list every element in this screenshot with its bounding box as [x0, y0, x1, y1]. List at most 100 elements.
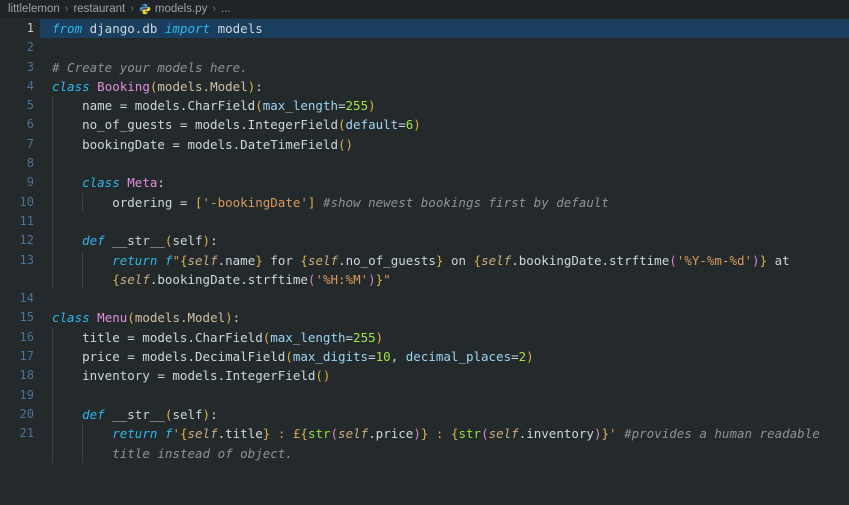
breadcrumb-symbol-ellipsis[interactable]: ... [221, 3, 231, 15]
code-line[interactable]: 7 bookingDate = models.DateTimeField() [0, 134, 849, 155]
line-number[interactable]: 12 [0, 231, 34, 250]
code-line[interactable]: 3 # Create your models here. [0, 58, 849, 77]
code-token: ordering = [52, 194, 195, 210]
code-line[interactable]: 8 [0, 154, 849, 174]
code-line[interactable]: 14 [0, 289, 849, 308]
code-token: def [82, 233, 105, 249]
code-line[interactable]: 10 ordering = ['-bookingDate'] #show new… [0, 192, 849, 212]
code-line-content: bookingDate = models.DateTimeField() [34, 134, 849, 155]
code-token: import [164, 21, 211, 36]
code-token: () [315, 368, 331, 384]
code-token: : [210, 406, 218, 422]
indent-guide [52, 154, 53, 174]
code-token: .inventory [518, 426, 594, 442]
code-editor[interactable]: 1 from django.db import models 2 3 # Create … [0, 18, 849, 505]
breadcrumb-item-littlelemon[interactable]: littlelemon [8, 3, 60, 15]
indent-guide [52, 115, 53, 135]
code-line[interactable]: 1 from django.db import models [0, 19, 849, 39]
line-number[interactable]: 13 [0, 251, 34, 270]
code-line[interactable]: 2 [0, 38, 849, 57]
code-token: str [307, 426, 331, 442]
line-number[interactable] [0, 270, 34, 289]
line-number[interactable]: 15 [0, 308, 34, 327]
code-token: ) [202, 233, 211, 249]
code-line[interactable]: 15 class Menu(models.Model): [0, 308, 849, 327]
line-number[interactable]: 4 [0, 77, 34, 96]
line-number[interactable]: 9 [0, 173, 34, 192]
code-line-wrapped[interactable]: title instead of object. [0, 443, 849, 463]
code-token: , [390, 349, 406, 365]
code-token: ) [368, 98, 376, 114]
code-token: { [473, 252, 482, 268]
line-number[interactable]: 20 [0, 405, 34, 424]
code-line[interactable]: 18 inventory = models.IntegerField() [0, 366, 849, 386]
code-line[interactable]: 12 def __str__(self): [0, 231, 849, 251]
code-line[interactable]: 19 [0, 385, 849, 405]
line-number[interactable]: 16 [0, 328, 34, 347]
indent-guide [82, 269, 84, 290]
code-token: name = models.CharField [52, 98, 256, 114]
code-line[interactable]: 13 return f"{self.name} for {self.no_of_… [0, 250, 849, 270]
code-token: ) [202, 406, 211, 422]
breadcrumb-item-restaurant[interactable]: restaurant [73, 3, 125, 15]
code-token: '-bookingDate' [202, 194, 308, 210]
code-token: () [337, 136, 354, 152]
indent-guide [82, 443, 84, 463]
line-number[interactable]: 10 [0, 193, 34, 212]
code-line[interactable]: 4 class Booking(models.Model): [0, 77, 849, 96]
code-token: ( [255, 98, 263, 114]
line-number[interactable]: 7 [0, 135, 34, 154]
code-line-content [34, 154, 849, 174]
code-token: class [52, 310, 90, 326]
line-number[interactable]: 18 [0, 366, 34, 385]
code-line[interactable]: 17 price = models.DecimalField(max_digit… [0, 347, 849, 367]
code-line-content: class Menu(models.Model): [34, 308, 849, 327]
code-token: = [338, 98, 346, 114]
breadcrumb-item-models-py[interactable]: models.py [139, 3, 207, 15]
line-number[interactable]: 8 [0, 154, 34, 173]
line-number[interactable] [0, 444, 34, 463]
code-line-content: def __str__(self): [34, 404, 849, 425]
code-line[interactable]: 9 class Meta: [0, 173, 849, 193]
code-line-content: # Create your models here. [34, 58, 849, 77]
line-number[interactable]: 17 [0, 347, 34, 366]
code-token: : [157, 175, 165, 191]
code-line[interactable]: 6 no_of_guests = models.IntegerField(def… [0, 115, 849, 135]
line-number[interactable]: 2 [0, 38, 34, 57]
line-number[interactable]: 11 [0, 212, 34, 231]
code-line[interactable]: 21 return f'{self.title} : £{str(self.pr… [0, 424, 849, 444]
line-number[interactable]: 1 [0, 19, 34, 38]
code-token: title = models.CharField [52, 329, 263, 345]
indent-guide [82, 424, 84, 444]
indent-guide [52, 327, 53, 348]
code-token: for [262, 252, 301, 268]
code-token: " [172, 252, 180, 268]
code-line[interactable]: 20 def __str__(self): [0, 404, 849, 425]
code-line-wrapped[interactable]: {self.bookingDate.strftime('%H:%M')}" [0, 269, 849, 290]
line-number[interactable]: 6 [0, 115, 34, 134]
code-line-content: title instead of object. [34, 443, 849, 463]
code-token: str [458, 426, 482, 442]
line-number[interactable]: 5 [0, 96, 34, 115]
code-token: ) [413, 426, 421, 442]
code-line-content: return f'{self.title} : £{str(self.price… [34, 424, 849, 444]
code-line[interactable]: 11 [0, 211, 849, 232]
line-number[interactable]: 19 [0, 386, 34, 405]
code-token: = [511, 349, 519, 365]
code-token: models [210, 21, 263, 36]
code-token: 255 [353, 329, 376, 345]
line-number[interactable]: 3 [0, 58, 34, 77]
code-token: self [481, 252, 512, 268]
code-line[interactable]: 5 name = models.CharField(max_length=255… [0, 96, 849, 116]
line-number[interactable]: 21 [0, 424, 34, 443]
line-number[interactable]: 14 [0, 289, 34, 308]
code-token: .bookingDate.strftime [511, 252, 670, 268]
code-token: self [172, 406, 203, 422]
code-line[interactable]: 16 title = models.CharField(max_length=2… [0, 327, 849, 348]
code-token: from [52, 21, 83, 36]
indent-guide [52, 192, 53, 212]
code-token: { [179, 252, 188, 268]
